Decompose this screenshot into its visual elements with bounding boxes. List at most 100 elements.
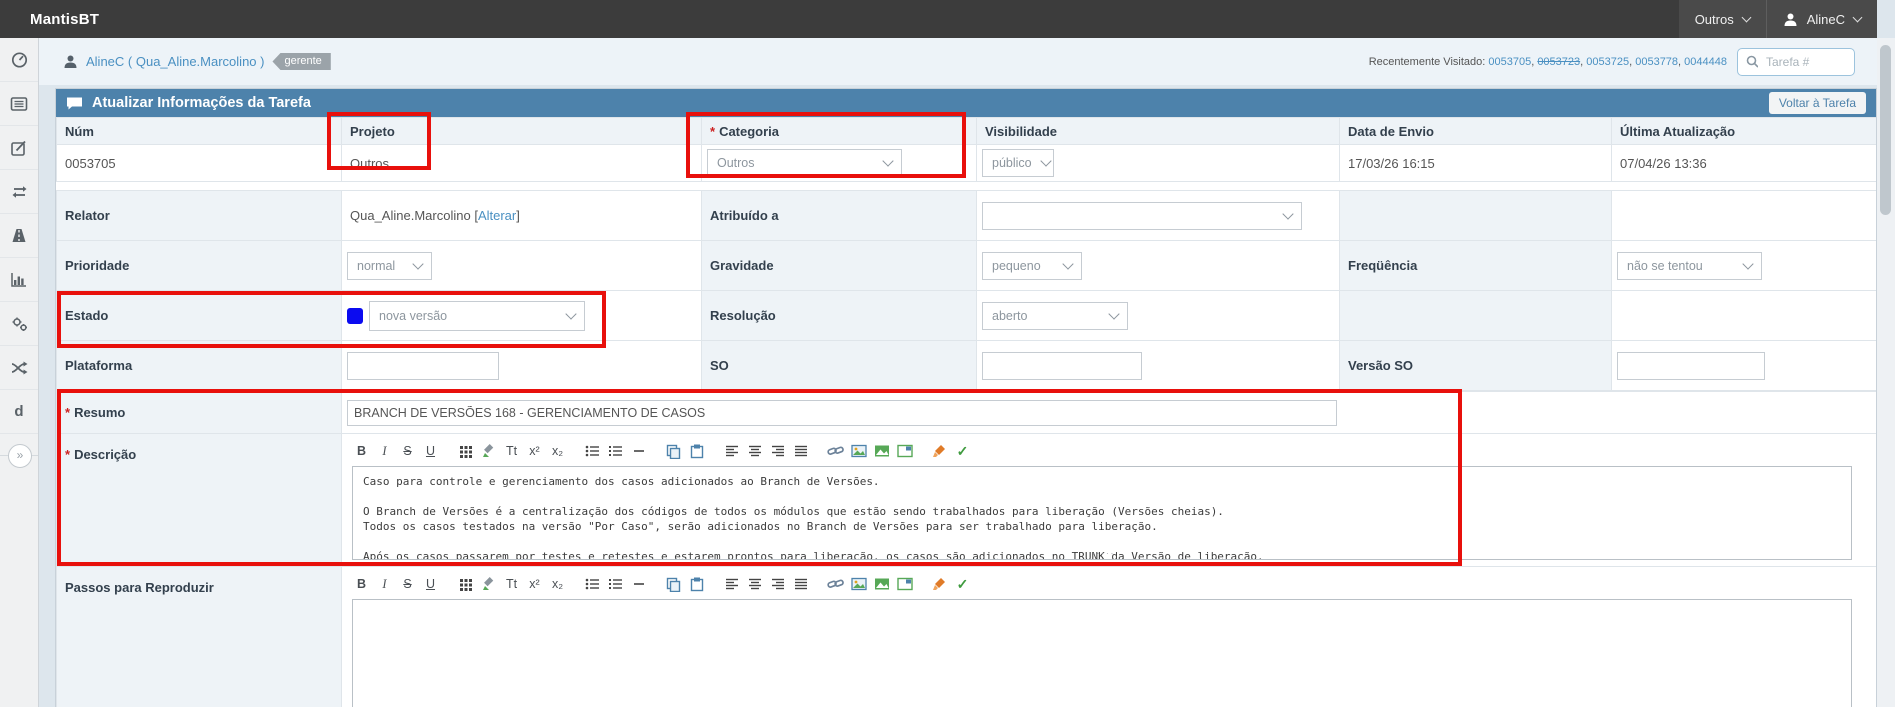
align-right-icon[interactable] [768,442,787,461]
assigned-to-select[interactable] [982,202,1302,230]
scrollbar-thumb[interactable] [1880,45,1891,215]
align-left-icon[interactable] [722,442,741,461]
align-center-icon[interactable] [745,442,764,461]
issue-search[interactable] [1737,48,1855,76]
sidebar-item-view-issues[interactable] [0,82,38,126]
unordered-list-icon[interactable] [583,575,602,594]
user-menu-button[interactable]: AlineC [1767,0,1877,38]
sidebar-item-manage[interactable] [0,302,38,346]
align-justify-icon[interactable] [791,442,810,461]
last-updated-value: 07/04/26 13:36 [1612,145,1878,182]
empty-value-cell [1612,291,1878,341]
image-icon[interactable] [849,442,868,461]
underline-icon[interactable]: U [421,442,440,461]
resolution-select[interactable]: aberto [982,302,1128,330]
os-version-input[interactable] [1617,352,1765,380]
subscript-icon[interactable]: x₂ [548,575,567,594]
severity-select[interactable]: pequeno [982,252,1082,280]
align-justify-icon[interactable] [791,575,810,594]
sidebar-item-changelog[interactable] [0,170,38,214]
spellcheck-icon[interactable] [953,575,972,594]
table-grid-icon[interactable] [456,442,475,461]
image-icon[interactable] [849,575,868,594]
align-right-icon[interactable] [768,575,787,594]
paste-icon[interactable] [687,442,706,461]
bold-icon[interactable]: B [352,575,371,594]
copy-icon[interactable] [664,575,683,594]
category-select[interactable]: Outros [707,149,902,177]
align-center-icon[interactable] [745,575,764,594]
ordered-list-icon[interactable] [606,575,625,594]
strikethrough-icon[interactable]: S [398,575,417,594]
bold-icon[interactable]: B [352,442,371,461]
highlight-icon[interactable] [479,442,498,461]
sidebar-footer [0,434,38,477]
description-textarea[interactable]: Caso para controle e gerenciamento dos c… [352,466,1852,560]
sidebar-collapse-button[interactable] [8,444,32,468]
visibility-select[interactable]: público [982,149,1054,177]
italic-icon[interactable]: I [375,442,394,461]
sidebar-item-roadmap[interactable] [0,214,38,258]
project-menu-button[interactable]: Outros [1679,0,1766,38]
search-icon [1746,55,1758,68]
subscript-icon[interactable]: x₂ [548,442,567,461]
page-title: Atualizar Informações da Tarefa [92,95,311,111]
resize-handle[interactable] [1092,549,1115,558]
font-size-icon[interactable]: Tt [502,575,521,594]
change-reporter-link[interactable]: Alterar [478,208,516,223]
priority-select[interactable]: normal [347,252,432,280]
underline-icon[interactable]: U [421,575,440,594]
separator: , [1531,56,1534,68]
hr-icon[interactable] [629,442,648,461]
role-badge: gerente [272,53,330,70]
ordered-list-icon[interactable] [606,442,625,461]
gallery-icon[interactable] [895,442,914,461]
sidebar-item-switch-project[interactable] [0,346,38,390]
paste-icon[interactable] [687,575,706,594]
recent-issue-link[interactable]: 0044448 [1684,56,1727,68]
clean-format-icon[interactable] [930,575,949,594]
hr-icon[interactable] [629,575,648,594]
os-input[interactable] [982,352,1142,380]
spellcheck-icon[interactable] [953,442,972,461]
strikethrough-icon[interactable]: S [398,442,417,461]
steps-textarea[interactable] [352,599,1852,707]
recent-issue-link[interactable]: 0053725 [1586,56,1629,68]
issue-attributes-table: Relator Qua_Aline.Marcolino [Alterar] At… [56,190,1877,391]
os-version-label: Versão SO [1340,341,1612,391]
platform-input[interactable] [347,352,499,380]
upload-image-icon[interactable] [872,442,891,461]
superscript-icon[interactable]: x² [525,442,544,461]
app-logo[interactable]: MantisBT [0,11,99,28]
os-label: SO [702,341,977,391]
link-icon[interactable] [826,442,845,461]
recent-issue-link[interactable]: 0053705 [1488,56,1531,68]
gallery-icon[interactable] [895,575,914,594]
issue-search-input[interactable] [1764,54,1846,70]
current-user-link[interactable]: AlineC ( Qua_Aline.Marcolino ) [86,54,264,69]
summary-input[interactable] [347,400,1337,426]
sidebar-item-docs[interactable] [0,390,38,434]
superscript-icon[interactable]: x² [525,575,544,594]
sidebar-item-report-issue[interactable] [0,126,38,170]
changelog-icon [10,183,29,200]
table-grid-icon[interactable] [456,575,475,594]
link-icon[interactable] [826,575,845,594]
back-to-issue-button[interactable]: Voltar à Tarefa [1769,92,1866,114]
upload-image-icon[interactable] [872,575,891,594]
copy-icon[interactable] [664,442,683,461]
recent-issue-link[interactable]: 0053723 [1537,56,1580,68]
user-icon [1783,12,1798,27]
font-size-icon[interactable]: Tt [502,442,521,461]
clean-format-icon[interactable] [930,442,949,461]
italic-icon[interactable]: I [375,575,394,594]
recent-issue-link[interactable]: 0053778 [1635,56,1678,68]
vertical-scrollbar[interactable] [1877,38,1895,707]
unordered-list-icon[interactable] [583,442,602,461]
sidebar-item-summary[interactable] [0,258,38,302]
align-left-icon[interactable] [722,575,741,594]
status-select[interactable]: nova versão [369,301,585,331]
frequency-select[interactable]: não se tentou [1617,252,1762,280]
highlight-icon[interactable] [479,575,498,594]
sidebar-item-dashboard[interactable] [0,38,38,82]
